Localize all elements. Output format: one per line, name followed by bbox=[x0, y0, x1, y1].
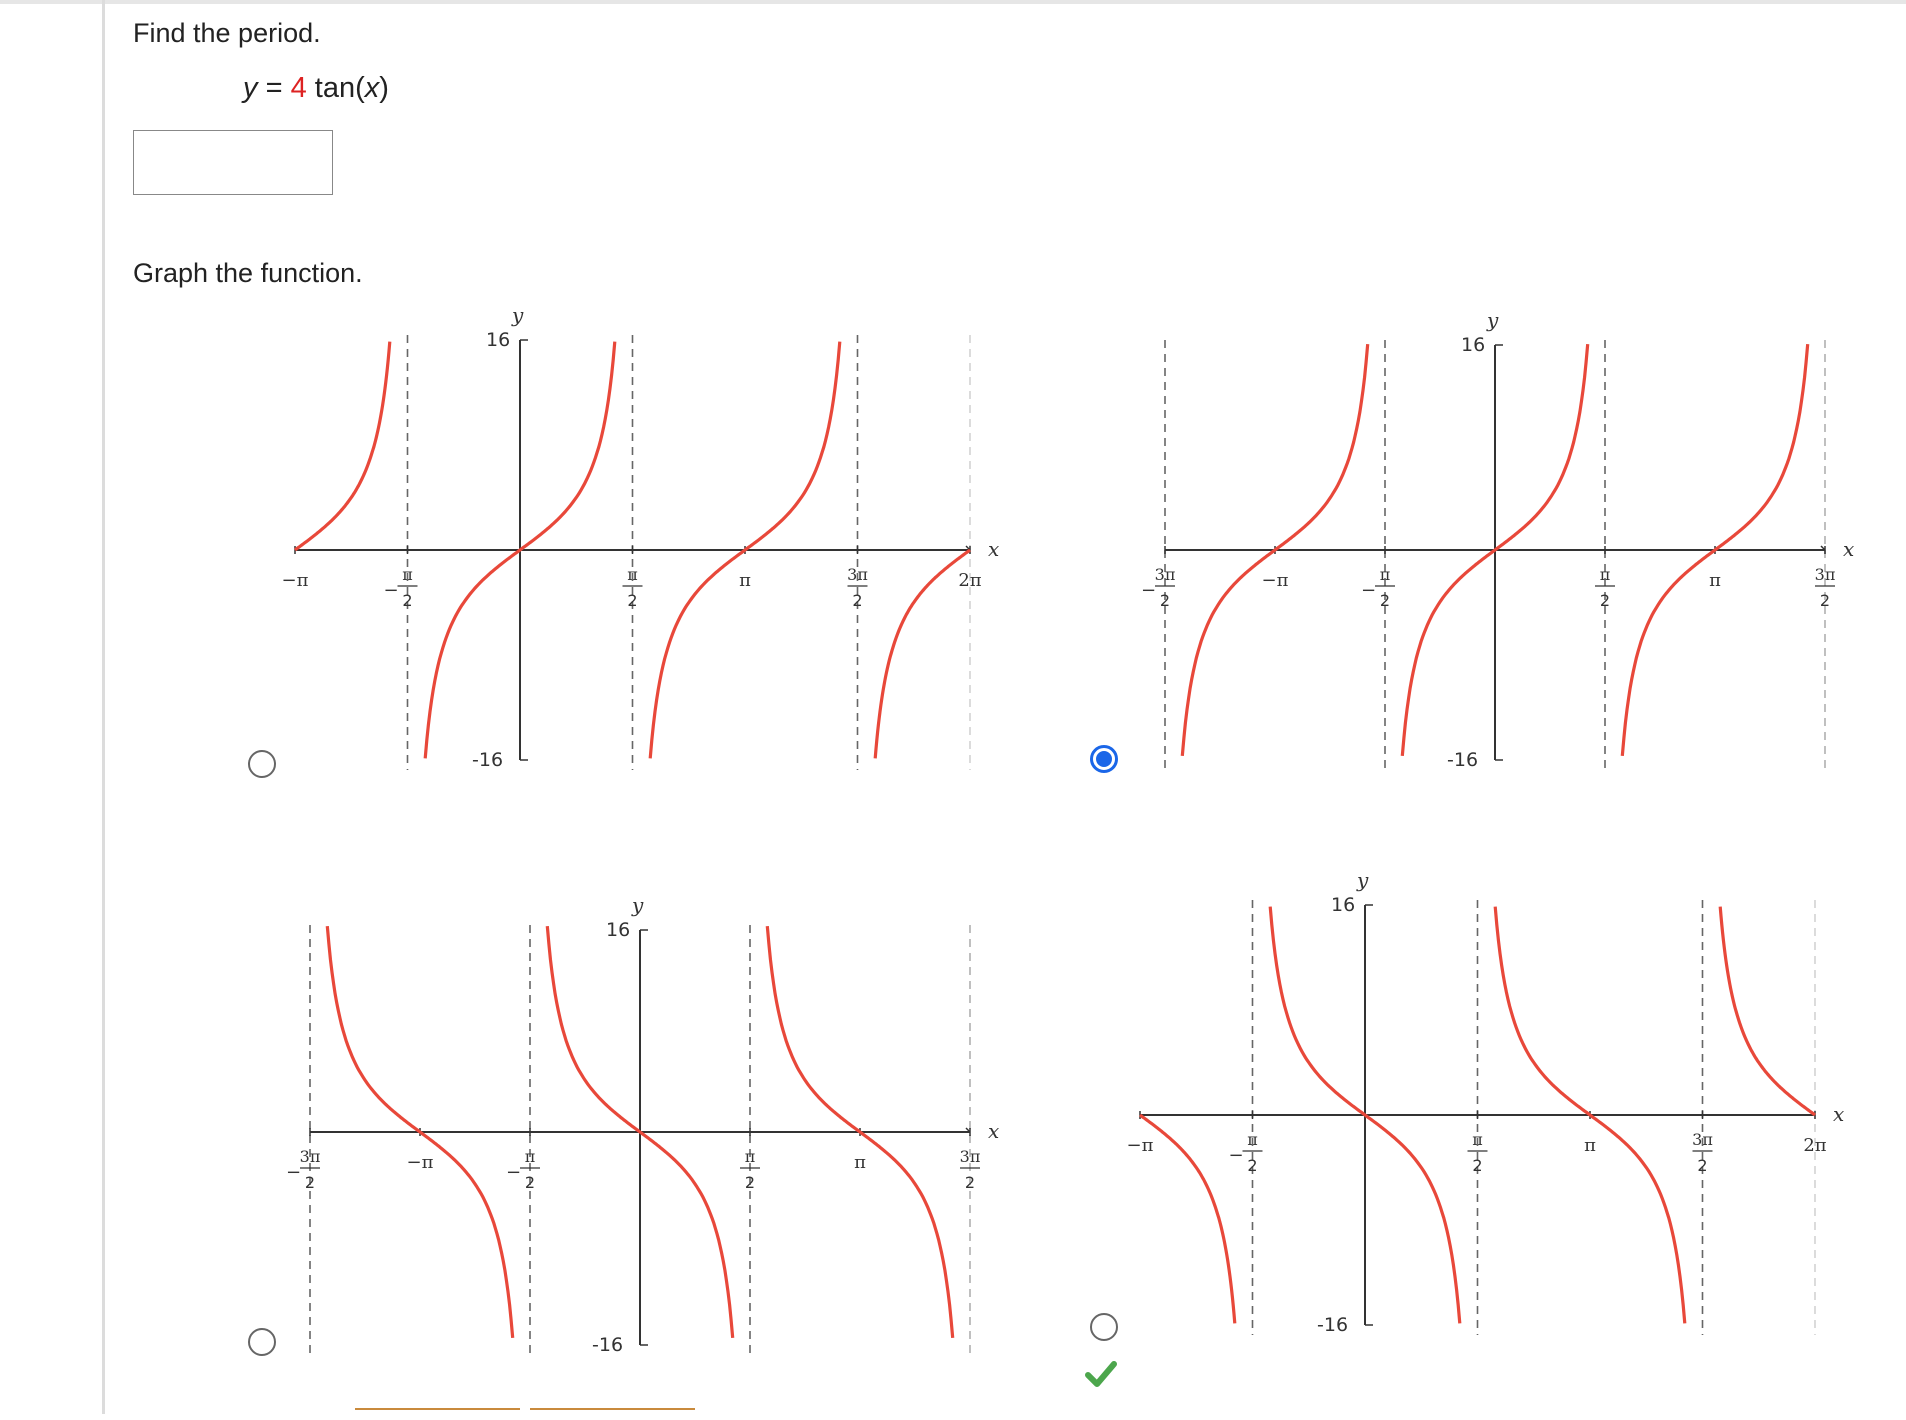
y-top-label: 16 bbox=[606, 919, 630, 941]
x-tick-numerator: 3π bbox=[1692, 1130, 1713, 1149]
x-tick-minus: − bbox=[506, 1162, 521, 1183]
x-tick-numerator: π bbox=[1472, 1130, 1483, 1149]
x-tick-label: −π bbox=[1262, 570, 1289, 591]
y-bottom-label: -16 bbox=[592, 1334, 623, 1356]
x-tick-denominator: 2 bbox=[745, 1173, 755, 1192]
option-b-radio[interactable] bbox=[1090, 745, 1118, 773]
y-axis-label: y bbox=[1486, 308, 1499, 332]
graph-option-c: xy16-16−3π2−π −π2π2π 3π2 bbox=[286, 893, 999, 1356]
x-tick-numerator: π bbox=[402, 565, 413, 584]
x-axis-label: x bbox=[1843, 537, 1854, 561]
x-tick-numerator: 3π bbox=[1155, 565, 1176, 584]
x-tick-minus: − bbox=[1361, 580, 1376, 601]
x-tick-denominator: 2 bbox=[965, 1173, 975, 1192]
x-tick-denominator: 2 bbox=[525, 1173, 535, 1192]
y-axis-label: y bbox=[1356, 868, 1369, 892]
graph-option-d: xy16-16−π −π2π2π 3π22π bbox=[1127, 868, 1845, 1336]
x-tick-label: −π bbox=[282, 570, 309, 591]
x-tick-minus: − bbox=[384, 580, 399, 601]
x-tick-denominator: 2 bbox=[402, 591, 412, 610]
x-tick-denominator: 2 bbox=[1380, 591, 1390, 610]
check-icon bbox=[1085, 1361, 1117, 1387]
x-tick-denominator: 2 bbox=[1247, 1156, 1257, 1175]
graph-option-b: xy16-16−3π2−π −π2π2π 3π2 bbox=[1141, 308, 1854, 771]
x-tick-denominator: 2 bbox=[852, 591, 862, 610]
x-tick-numerator: π bbox=[627, 565, 638, 584]
x-tick-numerator: 3π bbox=[1815, 565, 1836, 584]
y-bottom-label: -16 bbox=[472, 749, 503, 771]
submit-button[interactable] bbox=[355, 1408, 520, 1420]
x-tick-denominator: 2 bbox=[1697, 1156, 1707, 1175]
x-tick-denominator: 2 bbox=[305, 1173, 315, 1192]
x-tick-label: π bbox=[854, 1152, 866, 1173]
x-tick-label: −π bbox=[1127, 1135, 1154, 1156]
graph-options: xy16-16−π −π2π2π 3π22πxy16-16−3π2−π −π2π2π 3… bbox=[282, 303, 1855, 1356]
x-tick-minus: − bbox=[1229, 1145, 1244, 1166]
x-tick-denominator: 2 bbox=[627, 591, 637, 610]
x-tick-label: π bbox=[739, 570, 751, 591]
x-axis-label: x bbox=[988, 537, 999, 561]
y-top-label: 16 bbox=[1461, 334, 1485, 356]
x-tick-denominator: 2 bbox=[1160, 591, 1170, 610]
x-tick-numerator: π bbox=[745, 1147, 756, 1166]
x-tick-numerator: 3π bbox=[847, 565, 868, 584]
x-tick-numerator: π bbox=[1247, 1130, 1258, 1149]
help-button[interactable] bbox=[530, 1408, 695, 1420]
x-axis-label: x bbox=[1833, 1102, 1844, 1126]
x-tick-denominator: 2 bbox=[1820, 591, 1830, 610]
y-bottom-label: -16 bbox=[1447, 749, 1478, 771]
option-d-radio[interactable] bbox=[1090, 1313, 1118, 1341]
y-axis-label: y bbox=[631, 893, 644, 917]
graph-option-a: xy16-16−π −π2π2π 3π22π bbox=[282, 303, 1000, 771]
tan-curve-branch bbox=[294, 341, 392, 552]
x-tick-numerator: 3π bbox=[300, 1147, 321, 1166]
option-c-radio[interactable] bbox=[248, 1328, 276, 1356]
y-top-label: 16 bbox=[1331, 894, 1355, 916]
tan-curve-branch bbox=[1718, 906, 1816, 1117]
x-tick-denominator: 2 bbox=[1600, 591, 1610, 610]
x-tick-numerator: 3π bbox=[960, 1147, 981, 1166]
x-tick-numerator: π bbox=[1600, 565, 1611, 584]
x-tick-denominator: 2 bbox=[1472, 1156, 1482, 1175]
x-tick-numerator: π bbox=[1380, 565, 1391, 584]
tan-curve-branch bbox=[873, 548, 971, 759]
x-tick-numerator: π bbox=[525, 1147, 536, 1166]
y-axis-label: y bbox=[511, 303, 524, 327]
tan-curve-branch bbox=[1139, 1113, 1237, 1324]
x-axis-label: x bbox=[988, 1119, 999, 1143]
x-tick-label: −π bbox=[407, 1152, 434, 1173]
y-bottom-label: -16 bbox=[1317, 1314, 1348, 1336]
y-top-label: 16 bbox=[486, 329, 510, 351]
x-tick-label: 2π bbox=[958, 570, 981, 591]
option-a-radio[interactable] bbox=[248, 750, 276, 778]
x-tick-label: π bbox=[1709, 570, 1721, 591]
x-tick-label: π bbox=[1584, 1135, 1596, 1156]
x-tick-label: 2π bbox=[1803, 1135, 1826, 1156]
